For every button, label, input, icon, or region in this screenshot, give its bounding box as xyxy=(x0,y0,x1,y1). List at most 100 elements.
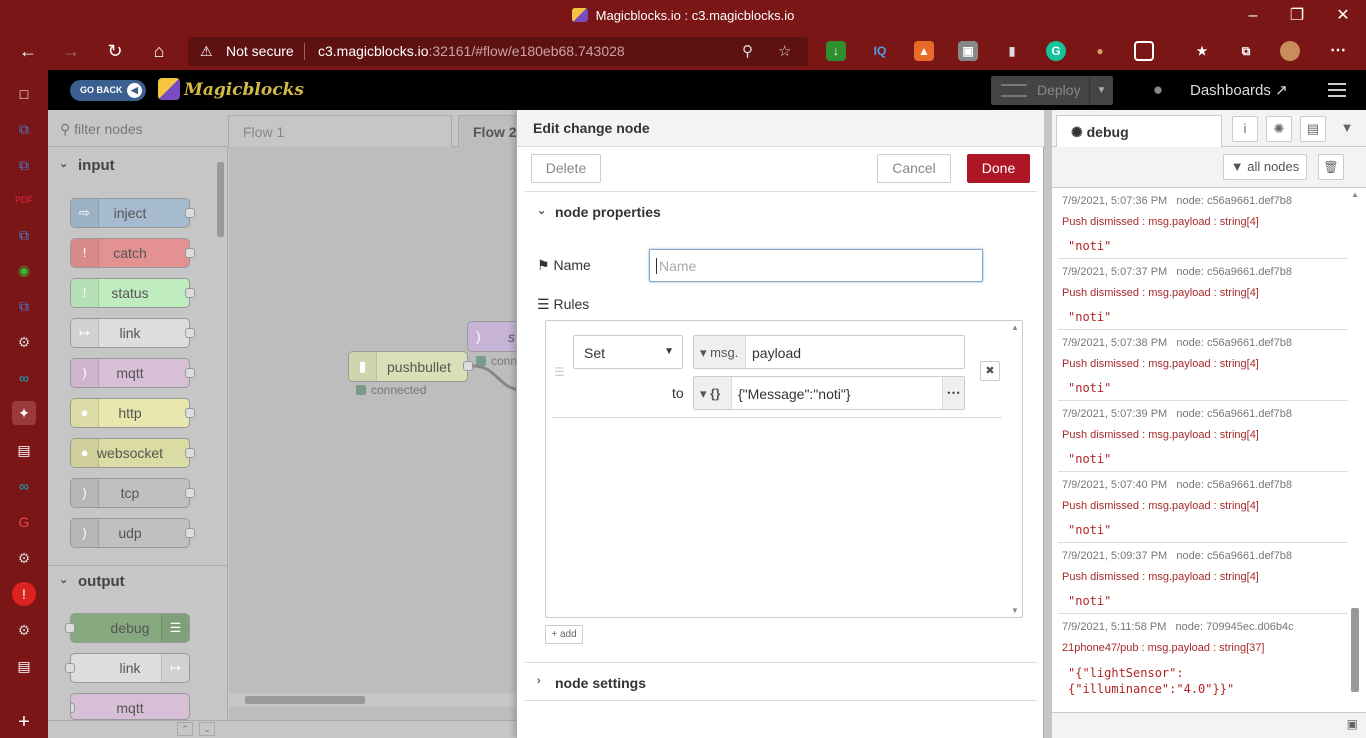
screen-icon[interactable]: ▣ xyxy=(1347,717,1358,731)
node-settings-header[interactable]: › node settings xyxy=(525,662,1037,701)
palette-node-http[interactable]: ● http xyxy=(70,398,195,428)
all-nodes-filter-button[interactable]: ▼ all nodes xyxy=(1223,154,1307,180)
palette-node-link[interactable]: ↦ link xyxy=(70,318,195,348)
cancel-button[interactable]: Cancel xyxy=(877,154,951,183)
brave-extension-icon[interactable]: ▲ xyxy=(914,41,934,61)
debug-message[interactable]: 7/9/2021, 5:07:37 PM node: c56a9661.def7… xyxy=(1058,259,1348,330)
document-tab-icon[interactable]: ▤ xyxy=(12,438,36,462)
palette-node-tcp[interactable]: ) tcp xyxy=(70,478,195,508)
tab-icon-5[interactable]: ⧉ xyxy=(12,294,36,318)
key-icon[interactable]: ⚲ xyxy=(742,42,753,60)
magicblocks-tab-icon[interactable]: ✦ xyxy=(12,401,36,425)
debug-message[interactable]: 7/9/2021, 5:07:39 PM node: c56a9661.def7… xyxy=(1058,401,1348,472)
tab-flow-1[interactable]: Flow 1 xyxy=(228,115,452,147)
main-menu-icon[interactable] xyxy=(1328,83,1346,97)
node-properties-header[interactable]: ⌄ node properties xyxy=(525,191,1037,230)
tab-icon-6[interactable]: ⚙ xyxy=(12,330,36,354)
alert-tab-icon[interactable]: ! xyxy=(12,582,36,606)
chevron-up-icon[interactable]: ⌃ xyxy=(177,722,193,736)
bug-icon[interactable]: ✺ xyxy=(1266,116,1292,142)
tab-icon-9[interactable]: ⚙ xyxy=(12,618,36,642)
sidebar-splitter[interactable] xyxy=(1044,110,1052,738)
palette-node-status[interactable]: ! status xyxy=(70,278,195,308)
filter-nodes-input[interactable]: ⚲ filter nodes xyxy=(48,110,228,147)
chevron-down-icon[interactable]: ⌄ xyxy=(199,722,215,736)
deploy-button[interactable]: Deploy ▼ xyxy=(991,76,1113,105)
palette-node-catch[interactable]: ! catch xyxy=(70,238,195,268)
tab-icon-2[interactable]: ⧉ xyxy=(12,153,36,177)
palette-node-udp[interactable]: ) udp xyxy=(70,518,195,548)
flow-workspace[interactable]: Flow 1 Flow 2 ) s conn ▮ pushbullet connec… xyxy=(228,110,528,720)
scroll-thumb[interactable] xyxy=(245,696,365,704)
debug-scrollbar[interactable]: ▲ xyxy=(1348,188,1362,708)
tab-icon-4[interactable]: ◉ xyxy=(12,258,36,282)
reading-extension-icon[interactable]: ▮ xyxy=(1002,41,1022,61)
screen-extension-icon[interactable] xyxy=(1134,41,1154,61)
new-tab-icon[interactable]: + xyxy=(12,710,36,734)
favorites-icon[interactable]: ★ xyxy=(1192,41,1212,61)
deploy-menu-caret-icon[interactable]: ▼ xyxy=(1089,76,1113,105)
arduino-tab-icon[interactable]: ∞ xyxy=(12,366,36,390)
tab-icon-3[interactable]: ⧉ xyxy=(12,223,36,247)
output-port[interactable] xyxy=(463,361,473,371)
drag-handle-icon[interactable]: ☰ xyxy=(554,365,565,379)
window-extension-icon[interactable]: ▣ xyxy=(958,41,978,61)
type-select-button[interactable]: ▾ msg. xyxy=(694,336,746,368)
google-tab-icon[interactable]: G xyxy=(12,510,36,534)
palette-node-websocket[interactable]: ● websocket xyxy=(70,438,195,468)
scroll-up-icon[interactable]: ▲ xyxy=(1011,323,1019,332)
type-select-button[interactable]: ▾ {} xyxy=(694,377,732,409)
download-extension-icon[interactable]: ↓ xyxy=(826,41,846,61)
rule-action-select[interactable]: Set ▼ xyxy=(573,335,683,369)
tab-icon-7[interactable]: ∞ xyxy=(12,474,36,498)
refresh-icon[interactable]: ↻ xyxy=(96,33,134,70)
scroll-thumb[interactable] xyxy=(217,162,224,237)
palette-node-link-out[interactable]: link ↦ xyxy=(65,653,190,683)
rules-scrollbar[interactable]: ▲ ▼ xyxy=(1008,321,1022,617)
profile-avatar[interactable] xyxy=(1280,41,1300,61)
chevron-down-icon[interactable]: ▼ xyxy=(1334,116,1360,142)
pdf-tab-icon[interactable]: PDF xyxy=(12,188,36,212)
cookie-icon[interactable]: ● xyxy=(1090,41,1110,61)
home-icon[interactable]: ⌂ xyxy=(140,33,178,70)
user-icon[interactable]: ● xyxy=(1148,80,1168,100)
palette-node-mqtt[interactable]: ) mqtt xyxy=(70,358,195,388)
palette-scrollbar[interactable] xyxy=(215,150,225,710)
forward-icon[interactable]: → xyxy=(52,33,90,70)
maximize-button[interactable]: ❐ xyxy=(1274,0,1320,33)
dashboards-link[interactable]: Dashboards ↗ xyxy=(1190,81,1288,99)
more-icon[interactable]: ⋯ xyxy=(1328,41,1348,61)
remove-rule-icon[interactable]: ✖ xyxy=(980,361,1000,381)
workspace-scrollbar[interactable] xyxy=(229,694,519,706)
info-icon[interactable]: i xyxy=(1232,116,1258,142)
rule-target-input[interactable]: ▾ msg. payload xyxy=(693,335,965,369)
tab-icon-8[interactable]: ⚙ xyxy=(12,546,36,570)
favorite-add-icon[interactable]: ☆ xyxy=(778,42,791,60)
rule-value-input[interactable]: ▾ {} {"Message":"noti"} ⋯ xyxy=(693,376,965,410)
back-icon[interactable]: ← xyxy=(9,33,47,70)
category-input[interactable]: ⌄ input xyxy=(48,150,211,182)
debug-message[interactable]: 7/9/2021, 5:07:36 PM node: c56a9661.def7… xyxy=(1058,188,1348,259)
address-bar[interactable]: ⚠ Not secure c3.magicblocks.io:32161/#fl… xyxy=(188,37,808,66)
go-back-button[interactable]: GO BACK ◀ xyxy=(70,80,146,101)
scroll-up-icon[interactable]: ▲ xyxy=(1351,190,1359,199)
palette-node-mqtt-out[interactable]: mqtt xyxy=(70,693,190,720)
add-rule-button[interactable]: + add xyxy=(545,625,583,644)
category-output[interactable]: ⌄ output xyxy=(48,565,228,597)
debug-message[interactable]: 7/9/2021, 5:07:40 PM node: c56a9661.def7… xyxy=(1058,472,1348,543)
tab-actions-icon[interactable]: □ xyxy=(12,82,36,106)
chart-icon[interactable]: ▤ xyxy=(1300,116,1326,142)
debug-message[interactable]: 7/9/2021, 5:09:37 PM node: c56a9661.def7… xyxy=(1058,543,1348,614)
page-tab-icon[interactable]: ▤ xyxy=(12,654,36,678)
debug-message[interactable]: 7/9/2021, 5:07:38 PM node: c56a9661.def7… xyxy=(1058,330,1348,401)
delete-button[interactable]: Delete xyxy=(531,154,601,183)
debug-message[interactable]: 7/9/2021, 5:11:58 PM node: 709945ec.d06b… xyxy=(1058,614,1348,708)
collections-icon[interactable]: ⧉ xyxy=(1236,41,1256,61)
minimize-button[interactable]: – xyxy=(1230,0,1276,33)
grammarly-icon[interactable]: G xyxy=(1046,41,1066,61)
scroll-down-icon[interactable]: ▼ xyxy=(1011,606,1019,615)
palette-node-debug[interactable]: debug ☰ xyxy=(65,613,190,643)
trash-icon[interactable]: 🗑 xyxy=(1318,154,1344,180)
flow-node-pushbullet[interactable]: ▮ pushbullet xyxy=(348,351,473,382)
tab-debug[interactable]: ✺ debug xyxy=(1056,115,1222,148)
